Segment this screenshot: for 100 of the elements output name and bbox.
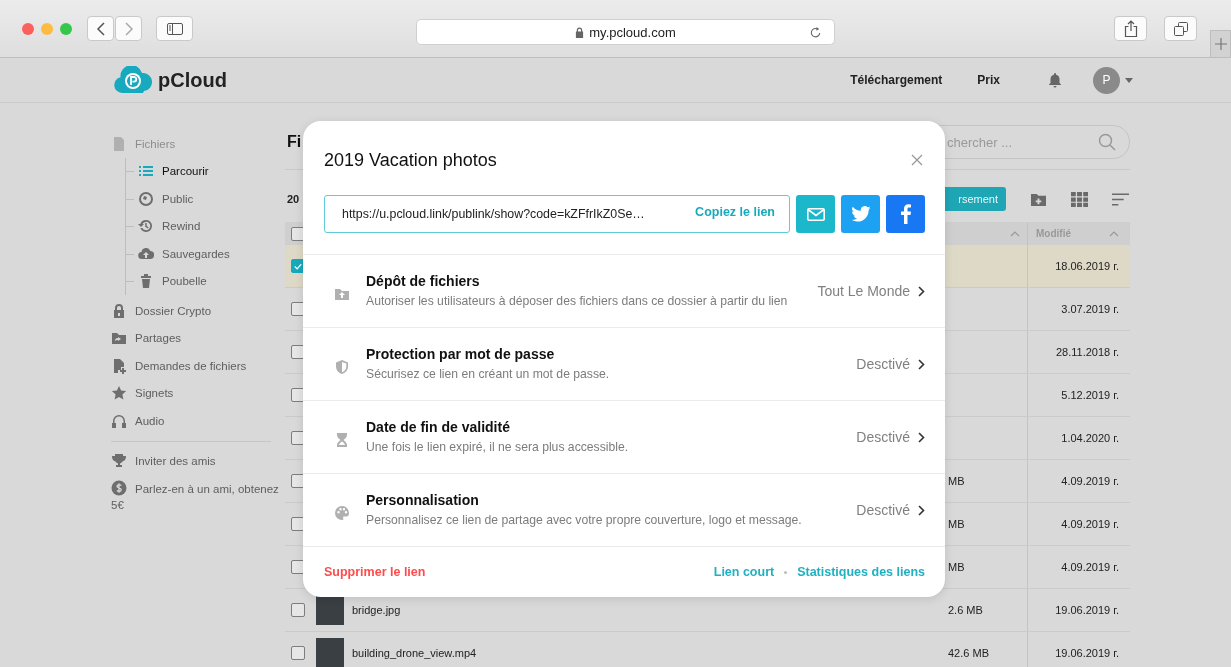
file-name[interactable]: bridge.jpg xyxy=(352,604,401,616)
link-setting-row[interactable]: Personnalisation Personnalisez ce lien de partage avec votre propre couverture, logo et message. Desctivé xyxy=(303,473,945,546)
share-button[interactable] xyxy=(1114,16,1147,41)
sidebar-item[interactable]: Partages xyxy=(111,324,281,352)
photo-placeholder xyxy=(316,595,344,625)
file-row[interactable]: building_drone_view.mp4 42.6 MB 19.06.2019 г. xyxy=(285,632,1130,667)
nav-link[interactable]: Téléchargement xyxy=(850,73,943,87)
page-title: Fi xyxy=(287,133,302,151)
setting-value: Desctivé xyxy=(856,502,910,518)
modified-date: 3.07.2019 г. xyxy=(1061,303,1119,315)
cloud-logo-icon[interactable] xyxy=(113,66,153,94)
sort-icon[interactable] xyxy=(1112,191,1129,207)
item-count: 20 xyxy=(287,193,300,205)
search-icon[interactable] xyxy=(1098,133,1116,151)
sidebar-item[interactable]: Rewind xyxy=(126,212,281,240)
setting-description: Personnalisez ce lien de partage avec votre propre couverture, logo et message. xyxy=(366,512,803,528)
close-icon[interactable] xyxy=(911,154,923,166)
chevron-right-icon xyxy=(918,285,925,297)
facebook-icon xyxy=(900,204,911,224)
new-folder-icon[interactable] xyxy=(1030,191,1047,207)
setting-title: Personnalisation xyxy=(366,492,480,508)
facebook-share-button[interactable] xyxy=(886,195,925,233)
nav-link[interactable]: Prix xyxy=(977,73,1000,87)
setting-description: Autoriser les utilisateurs à déposer des fichiers dans ce dossier à partir du lien xyxy=(366,293,789,309)
file-plus-icon xyxy=(111,357,127,374)
sidebar-item[interactable]: Demandes de fichiers xyxy=(111,352,281,380)
brand-name[interactable]: pCloud xyxy=(158,68,227,92)
footer-link[interactable]: Lien court xyxy=(713,565,775,579)
setting-title: Date de fin de validité xyxy=(366,419,511,435)
modified-date: 1.04.2020 г. xyxy=(1061,432,1119,444)
cloud-upload-icon xyxy=(138,245,154,262)
chevron-right-icon xyxy=(918,358,925,370)
lock-icon xyxy=(575,26,585,38)
file-icon xyxy=(111,135,127,152)
sidebar-link[interactable]: Inviter des amis xyxy=(111,446,281,474)
setting-title: Protection par mot de passe xyxy=(366,346,556,362)
modified-date: 4.09.2019 г. xyxy=(1061,475,1119,487)
delete-link[interactable]: Supprimer le lien xyxy=(324,565,426,579)
sidebar-toggle-button[interactable] xyxy=(156,16,193,41)
sidebar-link[interactable]: Parlez-en à un ami, obtenez 5€ xyxy=(111,474,281,513)
caret-icon[interactable] xyxy=(1125,77,1133,83)
sidebar-item[interactable]: Dossier Crypto xyxy=(111,297,281,325)
folder-upload-icon xyxy=(334,286,350,302)
setting-description: Sécurisez ce lien en créant un mot de passe. xyxy=(366,366,611,382)
file-size: MB xyxy=(948,561,965,573)
link-setting-row[interactable]: Date de fin de validité Une fois le lien expiré, il ne sera plus accessible. Desctivé xyxy=(303,400,945,473)
setting-value: Desctivé xyxy=(856,356,910,372)
setting-value: Desctivé xyxy=(856,429,910,445)
modified-date: 19.06.2019 г. xyxy=(1055,604,1119,616)
row-checkbox[interactable] xyxy=(291,646,305,660)
shield-icon xyxy=(334,359,350,375)
file-size: MB xyxy=(948,475,965,487)
link-setting-row[interactable]: Dépôt de fichiers Autoriser les utilisateurs à déposer des fichiers dans ce dossier à partir du lien Tout Le Monde xyxy=(303,254,945,327)
photo-placeholder xyxy=(316,638,344,667)
dialog-title: 2019 Vacation photos xyxy=(324,149,497,171)
email-share-button[interactable] xyxy=(796,195,835,233)
separator-dot xyxy=(784,570,788,574)
lock-icon xyxy=(111,302,127,319)
coin-icon xyxy=(111,480,127,496)
mail-icon xyxy=(806,207,825,221)
sidebar-icon xyxy=(166,22,183,35)
grid-view-icon[interactable] xyxy=(1071,191,1088,207)
bell-icon[interactable] xyxy=(1048,72,1062,88)
link-setting-row[interactable]: Protection par mot de passe Sécurisez ce lien en créant un mot de passe. Desctivé xyxy=(303,327,945,400)
row-checkbox[interactable] xyxy=(291,603,305,617)
footer-link[interactable]: Statistiques des liens xyxy=(797,565,925,579)
twitter-share-button[interactable] xyxy=(841,195,880,233)
share-icon xyxy=(1123,19,1138,38)
plus-icon xyxy=(1213,37,1228,51)
headphones-icon xyxy=(111,412,127,429)
palette-icon xyxy=(334,505,350,521)
setting-value: Tout Le Monde xyxy=(817,283,910,299)
chevron-right-icon xyxy=(918,431,925,443)
folder-share-icon xyxy=(111,330,127,347)
tabs-button[interactable] xyxy=(1164,16,1197,41)
chevron-right-icon xyxy=(918,504,925,516)
address-bar[interactable]: my.pcloud.com xyxy=(416,19,835,45)
sidebar-item[interactable]: Audio xyxy=(111,407,281,435)
close-window-icon[interactable] xyxy=(22,22,34,35)
file-size: 42.6 MB xyxy=(948,647,989,659)
modified-date: 5.12.2019 г. xyxy=(1061,389,1119,401)
reload-icon[interactable] xyxy=(809,25,822,39)
sidebar-item[interactable]: Poubelle xyxy=(126,267,281,295)
back-button[interactable] xyxy=(87,16,114,41)
modified-date: 28.11.2018 г. xyxy=(1055,346,1119,358)
chevron-left-icon xyxy=(95,21,106,36)
sidebar-item[interactable]: Parcourir xyxy=(126,157,281,185)
avatar[interactable]: P xyxy=(1093,66,1120,94)
sidebar-item[interactable]: Sauvegardes xyxy=(126,240,281,268)
trash-icon xyxy=(138,273,154,290)
copy-link-button[interactable]: Copiez le lien xyxy=(683,205,789,219)
file-name[interactable]: building_drone_view.mp4 xyxy=(352,647,477,659)
globe-icon xyxy=(138,190,154,207)
sidebar-item[interactable]: Signets xyxy=(111,379,281,407)
trophy-icon xyxy=(111,452,127,469)
hourglass-icon xyxy=(334,432,350,448)
modified-date: 4.09.2019 г. xyxy=(1061,518,1119,530)
sidebar-item[interactable]: Public xyxy=(126,185,281,213)
url-text: my.pcloud.com xyxy=(589,24,676,40)
file-size: 2.6 MB xyxy=(948,604,983,616)
